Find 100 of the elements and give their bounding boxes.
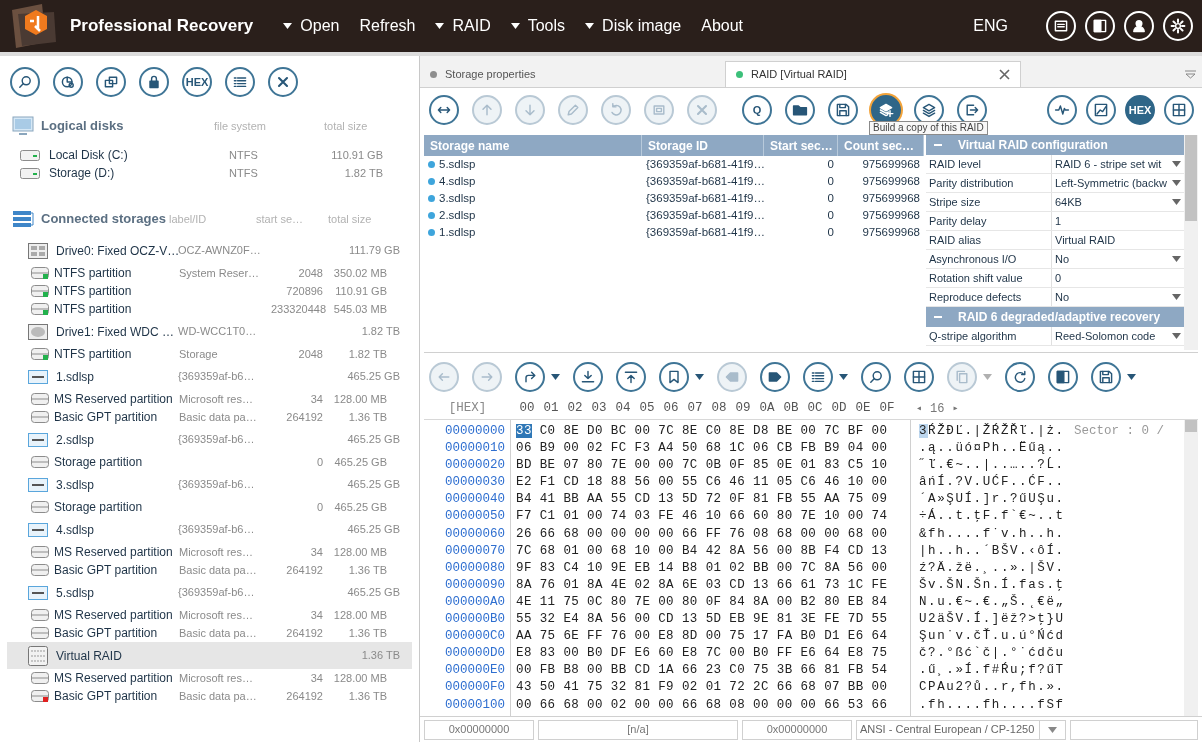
hex-bytes: 4E 11 75 0C 80 7E 00 80 0F 84 8A 00 B2 80 EB 84 [516,593,889,611]
toolbar-button[interactable] [1048,362,1078,392]
encoding-dropdown[interactable]: ANSI - Central European / CP-1250 [856,719,1066,740]
partition-name[interactable]: NTFS partition [54,345,176,363]
language-button[interactable]: ENG [973,14,1008,38]
file-system: NTFS [229,147,259,163]
tag-right-icon [767,369,783,385]
property-value[interactable]: RAID 6 - stripe set wit [1052,155,1184,173]
storage-row[interactable]: Drive1: Fixed WDC … WD-WCC1T0… 1.82 TB [7,318,412,345]
toolbar-button[interactable] [828,95,858,125]
tab[interactable]: Storage properties [420,61,725,87]
toolbar-button[interactable]: HEX [1125,95,1155,125]
toolbar-button[interactable] [659,362,704,392]
header-button[interactable] [1124,11,1154,41]
toolbar-button[interactable]: Q [742,95,772,125]
toolbar-button[interactable] [904,362,934,392]
property-value[interactable]: Reed-Solomon code [1052,327,1184,345]
partition-name[interactable]: Storage partition [54,453,176,471]
toolbar-button[interactable] [1047,95,1077,125]
partition-name[interactable]: Basic GPT partition [54,624,176,642]
hex-text: CPAu2?ů..r,fh.». [919,679,1065,697]
header-button[interactable] [1163,11,1193,41]
caret-icon [839,374,848,380]
storage-row[interactable]: 2.sdlsp {369359af-b6… 465.25 GB [7,426,412,453]
tooltip: Build a copy of this RAID [869,121,988,135]
property-value[interactable]: No [1052,288,1184,306]
column-header: file system [214,118,267,134]
hex-text: âńÍ.?V.UĆF..ĆF.. [919,474,1065,491]
partition-name[interactable]: Basic GPT partition [54,561,176,579]
caret-icon [1172,180,1181,186]
toolbar-button[interactable] [429,95,459,125]
property-value[interactable]: 0 [1052,269,1184,287]
property-value[interactable]: Virtual RAID [1052,231,1184,249]
toolbar-button[interactable] [616,362,646,392]
partition-name[interactable]: Basic GPT partition [54,408,176,426]
disk-name[interactable]: Storage (D:) [49,164,199,182]
partition-name[interactable]: Basic GPT partition [54,687,176,705]
width-increase-button[interactable]: ▸ [952,401,959,416]
caret-icon [435,23,445,29]
tag-left-icon [724,369,740,385]
toolbar-button[interactable] [1005,362,1035,392]
partition-name[interactable]: MS Reserved partition [54,669,176,687]
storage-row[interactable]: 1.sdlsp {369359af-b6… 465.25 GB [7,363,412,390]
table-cell-text: 3.sdlsp [439,190,476,206]
menu-item[interactable]: Refresh [359,14,416,38]
toolbar-button[interactable] [515,362,560,392]
toolbar-button[interactable] [573,362,603,392]
toolbar-button[interactable] [10,67,40,97]
property-value[interactable]: Left-Symmetric (backw [1052,174,1184,192]
menu-item[interactable]: RAID [435,14,491,38]
property-label: Parity distribution [926,174,1052,192]
partition-name[interactable]: NTFS partition [54,264,176,282]
property-value[interactable]: 64KB [1052,193,1184,211]
hex-text: Šv.ŠN.Šn.Í.fas.ţ [919,576,1065,594]
toolbar-button[interactable] [1086,95,1116,125]
hex-bytes: AA 75 6E FF 76 00 E8 8D 00 75 17 FA B0 D1 E6 64 [516,628,889,646]
menu-item[interactable]: Open [283,14,340,38]
storage-row[interactable]: 5.sdlsp {369359af-b6… 465.25 GB [7,579,412,606]
partition-name[interactable]: MS Reserved partition [54,606,176,624]
width-decrease-button[interactable]: ◂ [916,401,923,416]
property-value[interactable]: No [1052,250,1184,268]
storage-row[interactable]: 4.sdlsp {369359af-b6… 465.25 GB [7,516,412,543]
close-icon[interactable] [999,69,1010,80]
scrollbar[interactable] [1184,135,1198,350]
header-button[interactable] [1046,11,1076,41]
storage-row[interactable]: Drive0: Fixed OCZ-V…OCZ-AWNZ0F… 111.79 GB [7,237,412,264]
toolbar-button[interactable] [96,67,126,97]
toolbar-button[interactable] [268,67,298,97]
toolbar-button[interactable] [225,67,255,97]
storage-row[interactable]: 3.sdlsp {369359af-b6… 465.25 GB [7,471,412,498]
header-button[interactable] [1085,11,1115,41]
partition-name[interactable]: MS Reserved partition [54,390,176,408]
partition-name[interactable]: NTFS partition [54,300,176,318]
partition-name[interactable]: NTFS partition [54,282,176,300]
toolbar-button[interactable] [53,67,83,97]
toolbar-button[interactable] [139,67,169,97]
panel-icon [1055,369,1071,385]
menu-item[interactable]: Tools [510,14,566,38]
toolbar-button[interactable] [760,362,790,392]
column-header: start se… [256,211,305,227]
property-value[interactable]: 1 [1052,212,1184,230]
overflow-icon[interactable] [1185,70,1196,79]
toolbar-button[interactable] [1091,362,1136,392]
menu-item[interactable]: Disk image [585,14,682,38]
tab[interactable]: RAID [Virtual RAID] [725,61,1021,87]
disk-name[interactable]: Local Disk (C:) [49,146,199,164]
toolbar-button[interactable] [803,362,848,392]
offset: 000000F0 [444,679,506,697]
storage-row[interactable]: Virtual RAID 1.36 TB [7,642,412,669]
partition-name[interactable]: MS Reserved partition [54,543,176,561]
toolbar-button[interactable]: HEX [182,67,212,97]
table-cell-text: 0 [826,207,835,223]
toolbar-button[interactable] [1164,95,1194,125]
scrollbar[interactable] [1184,420,1198,716]
hex-text: .fh....fh....fSf [919,696,1065,714]
partition-name[interactable]: Storage partition [54,498,176,516]
toolbar-button[interactable] [785,95,815,125]
toolbar-button[interactable] [861,362,891,392]
menu-item[interactable]: About [701,14,744,38]
bytes-per-row-text: 16 [930,400,945,418]
